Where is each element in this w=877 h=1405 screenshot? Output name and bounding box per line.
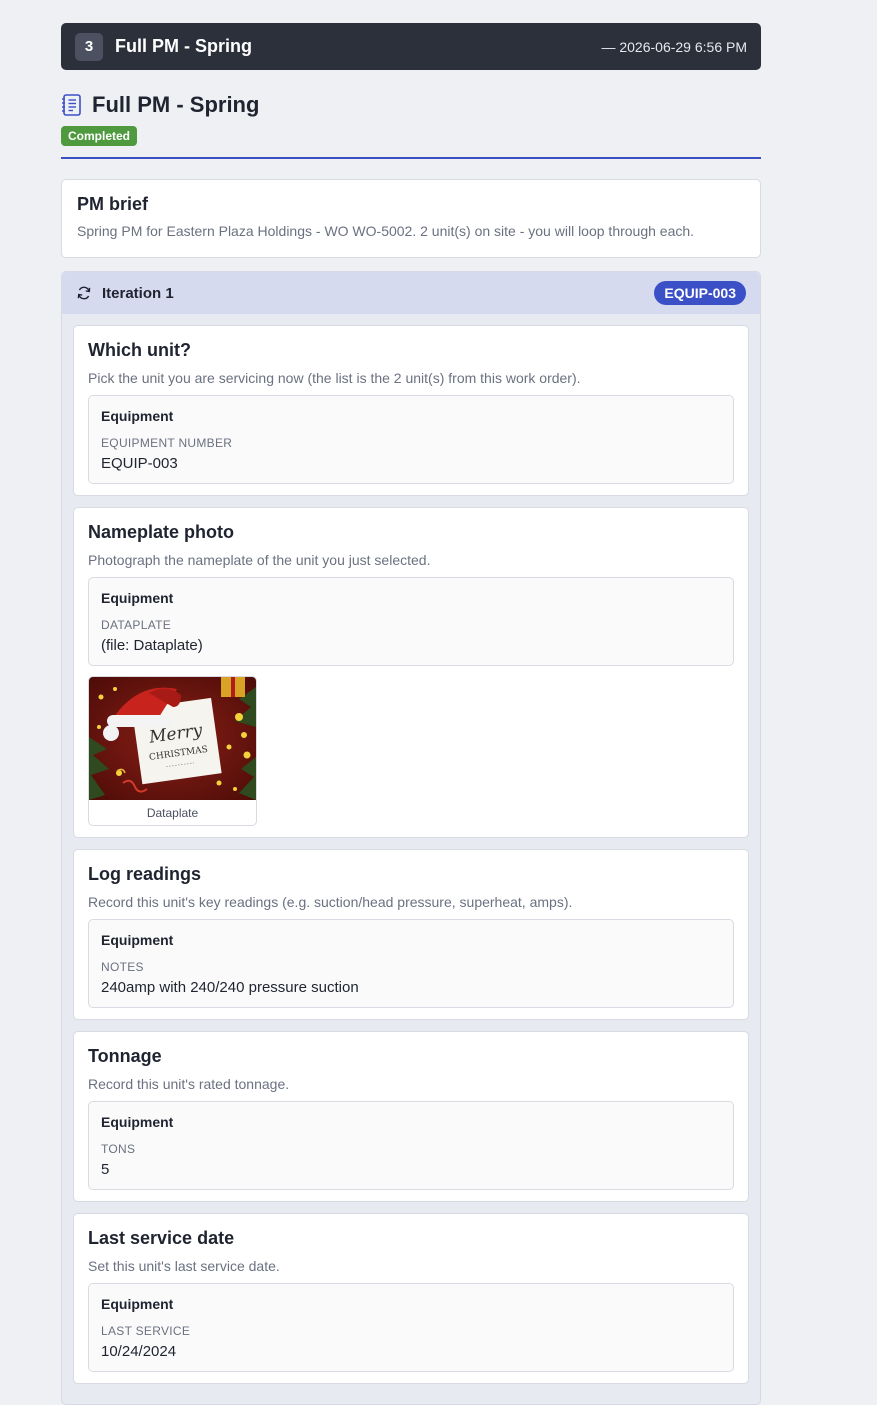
- field-label: LAST SERVICE: [101, 1324, 191, 1338]
- pm-brief-card: PM brief Spring PM for Eastern Plaza Hol…: [61, 179, 761, 258]
- field-value: 10/24/2024: [101, 1343, 177, 1360]
- field-group-label: Equipment: [101, 408, 174, 424]
- page-container: 3 Full PM - Spring — 2026-06-29 6:56 PM …: [61, 0, 761, 1405]
- status-badge: Completed: [61, 126, 138, 146]
- field-label: NOTES: [101, 960, 144, 974]
- field-value: 240amp with 240/240 pressure suction: [101, 979, 359, 996]
- document-list-icon: [62, 94, 81, 116]
- step-title: Which unit?: [88, 340, 191, 360]
- step-description: Set this unit's last service date.: [88, 1258, 280, 1274]
- step-card-log-readings: Log readings Record this unit's key read…: [73, 849, 749, 1020]
- page-title-row: Full PM - Spring: [61, 92, 761, 118]
- brief-title: PM brief: [77, 194, 149, 214]
- step-timestamp: — 2026-06-29 6:56 PM: [601, 38, 747, 55]
- field-group-label: Equipment: [101, 590, 174, 606]
- iteration-label: Iteration 1: [102, 284, 174, 302]
- brief-text: Spring PM for Eastern Plaza Holdings - W…: [77, 223, 695, 239]
- field-value: EQUIP-003: [101, 455, 178, 472]
- field-label: EQUIPMENT NUMBER: [101, 436, 233, 450]
- equipment-tag-badge: EQUIP-003: [654, 281, 746, 305]
- step-card-nameplate-photo: Nameplate photo Photograph the nameplate…: [73, 507, 749, 838]
- iteration-panel: Iteration 1 EQUIP-003 Which unit? Pick t…: [61, 271, 761, 1405]
- step-description: Record this unit's rated tonnage.: [88, 1076, 290, 1092]
- step-number-badge: 3: [75, 32, 103, 61]
- field-box: Equipment EQUIPMENT NUMBER EQUIP-003: [88, 395, 734, 484]
- step-title: Log readings: [88, 864, 202, 884]
- field-label: TONS: [101, 1142, 136, 1156]
- photo-thumbnail[interactable]: Merry CHRISTMAS Dataplate: [88, 676, 257, 826]
- step-card-which-unit: Which unit? Pick the unit you are servic…: [73, 325, 749, 496]
- step-title: Last service date: [88, 1228, 235, 1248]
- field-group-label: Equipment: [101, 1114, 174, 1130]
- field-box: Equipment NOTES 240amp with 240/240 pres…: [88, 919, 734, 1008]
- photo-caption: Dataplate: [146, 806, 199, 820]
- field-box: Equipment TONS 5: [88, 1101, 734, 1190]
- field-group-label: Equipment: [101, 1296, 174, 1312]
- step-title: Nameplate photo: [88, 522, 235, 542]
- field-label: DATAPLATE: [101, 618, 172, 632]
- step-header-bar: 3 Full PM - Spring — 2026-06-29 6:56 PM: [61, 23, 761, 70]
- field-value: 5: [101, 1161, 110, 1178]
- field-group-label: Equipment: [101, 932, 174, 948]
- step-description: Record this unit's key readings (e.g. su…: [88, 894, 573, 910]
- title-divider: [61, 157, 761, 159]
- step-description: Pick the unit you are servicing now (the…: [88, 370, 581, 386]
- field-box: Equipment LAST SERVICE 10/24/2024: [88, 1283, 734, 1372]
- step-header-title: Full PM - Spring: [115, 36, 252, 56]
- page-title: Full PM - Spring: [92, 92, 260, 117]
- iteration-header[interactable]: Iteration 1 EQUIP-003: [62, 272, 760, 314]
- dataplate-photo-image: Merry CHRISTMAS: [89, 677, 256, 800]
- step-description: Photograph the nameplate of the unit you…: [88, 552, 431, 568]
- step-card-tonnage: Tonnage Record this unit's rated tonnage…: [73, 1031, 749, 1202]
- step-title: Tonnage: [88, 1046, 162, 1066]
- field-value: (file: Dataplate): [101, 637, 203, 654]
- refresh-icon: [77, 286, 91, 300]
- field-box: Equipment DATAPLATE (file: Dataplate): [88, 577, 734, 666]
- step-card-last-service-date: Last service date Set this unit's last s…: [73, 1213, 749, 1384]
